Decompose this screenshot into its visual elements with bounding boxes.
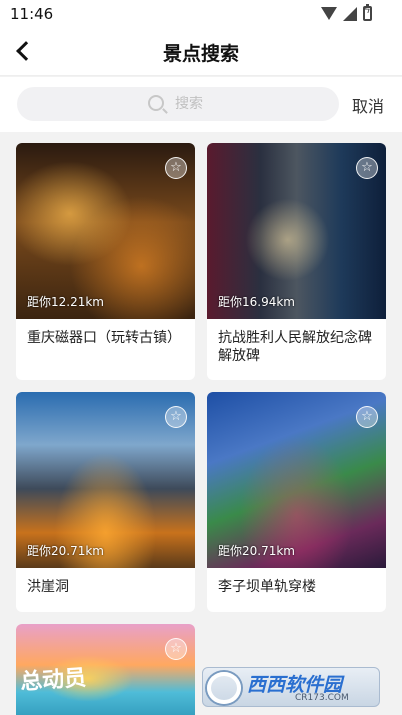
star-icon[interactable]: ☆ <box>356 406 378 428</box>
watermark-url: CR173.COM <box>295 693 349 703</box>
search-icon <box>148 95 164 111</box>
spot-name: 洪崖洞 <box>27 579 69 595</box>
status-bar: 11:46 <box>0 0 402 28</box>
search-input[interactable] <box>175 92 325 116</box>
spot-distance: 距你20.71km <box>27 544 104 558</box>
page-title: 景点搜索 <box>162 43 239 65</box>
header: 景点搜索 <box>0 28 402 76</box>
star-icon[interactable]: ☆ <box>356 157 378 179</box>
spot-image: 总动员 <box>16 624 195 715</box>
spot-card[interactable]: ☆ 距你20.71km 李子坝单轨穿楼 <box>207 392 386 612</box>
image-text: 总动员 <box>19 665 87 696</box>
cancel-button[interactable]: 取消 <box>352 93 384 117</box>
spot-card[interactable]: ☆ 距你16.94km 抗战胜利人民解放纪念碑解放碑 <box>207 143 386 380</box>
status-time: 11:46 <box>10 5 54 23</box>
spot-distance: 距你16.94km <box>218 295 295 309</box>
star-icon[interactable]: ☆ <box>165 406 187 428</box>
spot-name: 李子坝单轨穿楼 <box>218 579 316 595</box>
search-box[interactable] <box>17 87 339 121</box>
spot-distance: 距你20.71km <box>218 544 295 558</box>
battery-charging-icon <box>363 4 372 21</box>
watermark-logo: 西西软件园 CR173.COM <box>202 667 380 707</box>
spot-card[interactable]: 总动员 ☆ <box>16 624 195 715</box>
star-icon[interactable]: ☆ <box>165 638 187 660</box>
status-icons <box>321 4 372 21</box>
star-icon[interactable]: ☆ <box>165 157 187 179</box>
spot-name: 重庆磁器口（玩转古镇） <box>27 330 181 346</box>
watermark-icon <box>207 672 241 704</box>
signal-icon <box>343 6 357 21</box>
spot-name: 抗战胜利人民解放纪念碑解放碑 <box>218 330 372 364</box>
search-bar: 取消 <box>0 77 402 132</box>
spot-distance: 距你12.21km <box>27 295 104 309</box>
spot-card[interactable]: ☆ 距你20.71km 洪崖洞 <box>16 392 195 612</box>
spot-card[interactable]: ☆ 距你12.21km 重庆磁器口（玩转古镇） <box>16 143 195 380</box>
wifi-icon <box>321 7 337 20</box>
